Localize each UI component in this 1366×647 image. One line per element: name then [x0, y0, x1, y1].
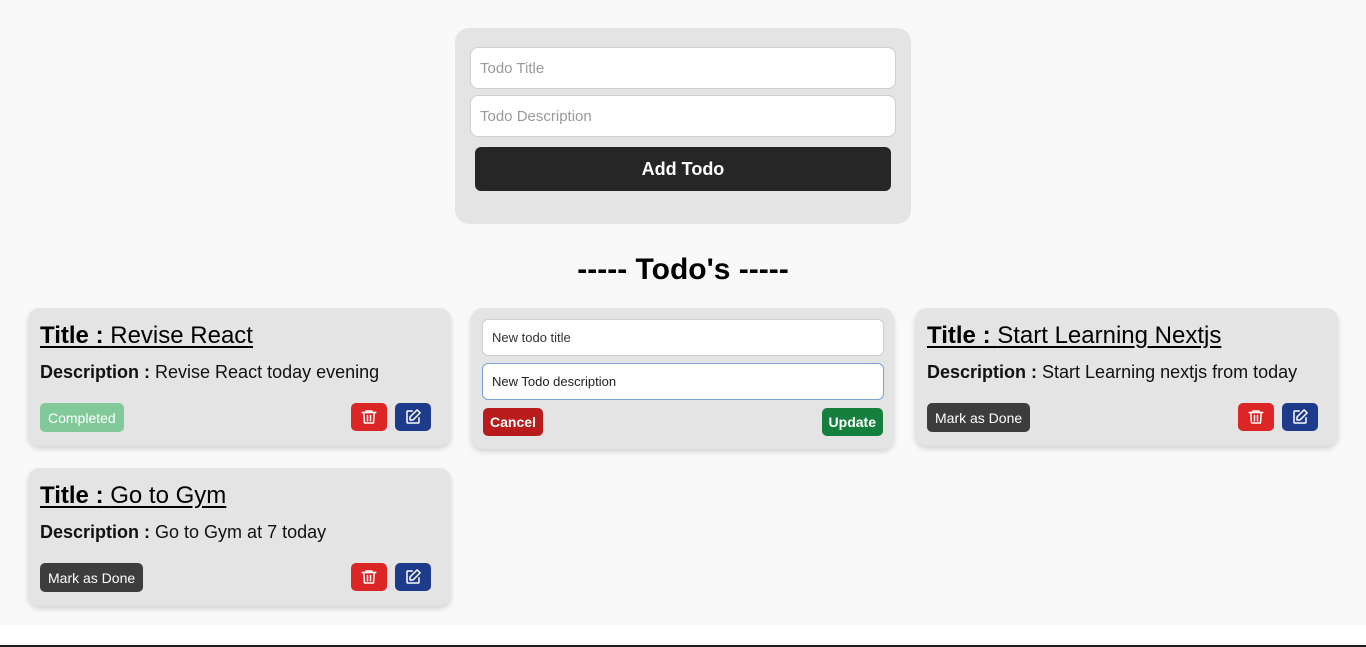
todo-card: Title : Go to Gym Description : Go to Gy…: [28, 468, 451, 606]
todos-heading: ----- Todo's -----: [577, 253, 789, 286]
todo-description-text: Revise React today evening: [155, 362, 380, 382]
completed-status-button[interactable]: Completed: [40, 403, 124, 432]
edit-button[interactable]: [1282, 403, 1318, 431]
todo-edit-card: Cancel Update: [471, 308, 894, 449]
todo-title-text: Revise React: [110, 322, 253, 349]
description-label: Description :: [927, 362, 1038, 382]
mark-as-done-button[interactable]: Mark as Done: [40, 563, 144, 592]
edit-button[interactable]: [395, 403, 431, 431]
edit-actions: Cancel Update: [483, 408, 883, 436]
title-label: Title :: [40, 322, 104, 349]
cancel-button[interactable]: Cancel: [483, 408, 543, 436]
description-label: Description :: [40, 522, 151, 542]
todo-title: Title : Start Learning Nextjs: [927, 320, 1221, 352]
edit-icon: [406, 409, 421, 424]
todo-card: Title : Revise React Description : Revis…: [28, 308, 451, 446]
todo-description: Description : Start Learning nextjs from…: [927, 360, 1326, 384]
bottom-bar: [0, 625, 1366, 647]
delete-button[interactable]: [351, 403, 387, 431]
add-todo-button[interactable]: Add Todo: [475, 147, 891, 191]
title-label: Title :: [40, 482, 104, 509]
delete-button[interactable]: [351, 563, 387, 591]
new-todo-description-input[interactable]: [482, 363, 884, 400]
description-label: Description :: [40, 362, 151, 382]
todo-description-text: Start Learning nextjs from today: [1042, 362, 1298, 382]
todo-title: Title : Revise React: [40, 320, 253, 352]
todo-description-text: Go to Gym at 7 today: [155, 522, 327, 542]
todo-title: Title : Go to Gym: [40, 480, 226, 512]
title-label: Title :: [927, 322, 991, 349]
todo-description-input[interactable]: [470, 95, 896, 137]
edit-button[interactable]: [395, 563, 431, 591]
todo-title-input[interactable]: [470, 47, 896, 89]
edit-icon: [1293, 409, 1308, 424]
todo-actions: Mark as Done: [927, 403, 1318, 432]
update-button[interactable]: Update: [821, 408, 883, 436]
todo-card: Title : Start Learning Nextjs Descriptio…: [915, 308, 1338, 446]
todo-title-text: Start Learning Nextjs: [997, 322, 1222, 349]
new-todo-title-input[interactable]: [482, 319, 884, 356]
todo-actions: Completed: [40, 403, 431, 432]
trash-icon: [361, 570, 377, 584]
todo-description: Description : Revise React today evening: [40, 360, 439, 384]
trash-icon: [361, 410, 377, 424]
todo-title-text: Go to Gym: [110, 482, 227, 509]
trash-icon: [1248, 410, 1264, 424]
todo-actions: Mark as Done: [40, 563, 431, 592]
delete-button[interactable]: [1238, 403, 1274, 431]
add-todo-form: Add Todo: [455, 28, 911, 224]
todo-description: Description : Go to Gym at 7 today: [40, 520, 439, 544]
edit-icon: [406, 569, 421, 584]
mark-as-done-button[interactable]: Mark as Done: [927, 403, 1031, 432]
page: Add Todo ----- Todo's ----- Title : Revi…: [0, 0, 1366, 647]
